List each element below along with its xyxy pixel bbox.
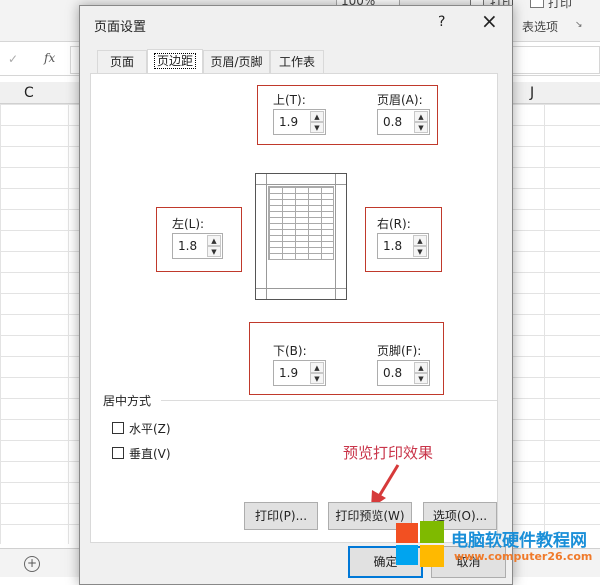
sheet-options-label: 表选项 [522,20,559,34]
ribbon-print-label-2: 打印 [548,0,573,10]
horizontal-label: 水平(Z) [129,422,171,436]
down-arrow-icon[interactable]: ▼ [310,122,324,133]
up-arrow-icon[interactable]: ▲ [414,362,428,373]
tab-label: 页眉/页脚 [210,55,263,69]
footer-margin-label: 页脚(F): [377,344,422,358]
print-headings-checkbox[interactable] [530,0,544,8]
down-arrow-icon[interactable]: ▼ [310,373,324,384]
add-sheet-button[interactable]: + [24,556,40,572]
up-arrow-icon[interactable]: ▲ [414,111,428,122]
watermark-logo [396,521,446,569]
left-margin-value[interactable]: 1.8 [178,239,197,253]
tab-sheet[interactable]: 工作表 [270,50,324,74]
watermark-name: 电脑软硬件教程网 [451,531,587,551]
bottom-margin-spinner[interactable]: 1.9 ▲ ▼ [273,360,326,386]
dialog-launcher-icon[interactable]: ↘ [575,20,583,30]
down-arrow-icon[interactable]: ▼ [414,373,428,384]
horizontal-checkbox[interactable] [112,422,124,434]
up-arrow-icon[interactable]: ▲ [310,362,324,373]
page-setup-dialog: 页面设置 ? × 页面 页边距 页眉/页脚 工作表 上(T): 1.9 ▲ ▼ 页眉… [79,5,513,585]
margins-panel: 上(T): 1.9 ▲ ▼ 页眉(A): 0.8 ▲ ▼ 左(L): 1.8 ▲ ▼ 右(R… [90,73,498,543]
down-arrow-icon[interactable]: ▼ [207,246,221,257]
up-arrow-icon[interactable]: ▲ [310,111,324,122]
column-j-header[interactable]: J [530,85,534,101]
print-button[interactable]: 打印(P)... [244,502,318,530]
header-margin-label: 页眉(A): [377,93,423,107]
page-preview [255,173,347,300]
footer-margin-spinner[interactable]: 0.8 ▲ ▼ [377,360,430,386]
center-on-page-title: 居中方式 [103,394,152,408]
tab-header-footer[interactable]: 页眉/页脚 [203,50,270,74]
column-c-header[interactable]: C [24,85,34,101]
tab-page[interactable]: 页面 [97,50,147,74]
vertical-label: 垂直(V) [129,447,171,461]
right-margin-spinner[interactable]: 1.8 ▲ ▼ [377,233,429,259]
preview-table [268,186,334,260]
dialog-title: 页面设置 [94,20,147,35]
tab-label: 页面 [109,55,134,69]
insert-function-icon[interactable]: fx [44,51,55,65]
tab-label: 工作表 [278,55,315,69]
footer-margin-value[interactable]: 0.8 [383,366,402,380]
left-margin-label: 左(L): [172,217,205,231]
top-margin-label: 上(T): [273,93,306,107]
header-margin-spinner[interactable]: 0.8 ▲ ▼ [377,109,430,135]
top-margin-spinner[interactable]: 1.9 ▲ ▼ [273,109,326,135]
right-margin-value[interactable]: 1.8 [383,239,402,253]
watermark-url: www.computer26.com [454,550,593,563]
right-margin-label: 右(R): [377,217,411,231]
up-arrow-icon[interactable]: ▲ [413,235,427,246]
left-margin-spinner[interactable]: 1.8 ▲ ▼ [172,233,223,259]
tab-label: 页边距 [153,53,197,69]
section-divider [161,400,497,401]
down-arrow-icon[interactable]: ▼ [414,122,428,133]
tab-margins[interactable]: 页边距 [147,49,203,74]
header-margin-value[interactable]: 0.8 [383,115,402,129]
bottom-margin-value[interactable]: 1.9 [279,366,298,380]
bottom-margin-label: 下(B): [273,344,307,358]
close-button[interactable]: × [481,9,498,33]
annotation-text: 预览打印效果 [343,444,434,462]
vertical-checkbox[interactable] [112,447,124,459]
help-button[interactable]: ? [438,14,445,30]
down-arrow-icon[interactable]: ▼ [413,246,427,257]
up-arrow-icon[interactable]: ▲ [207,235,221,246]
enter-check-icon[interactable]: ✓ [8,52,18,66]
top-margin-value[interactable]: 1.9 [279,115,298,129]
